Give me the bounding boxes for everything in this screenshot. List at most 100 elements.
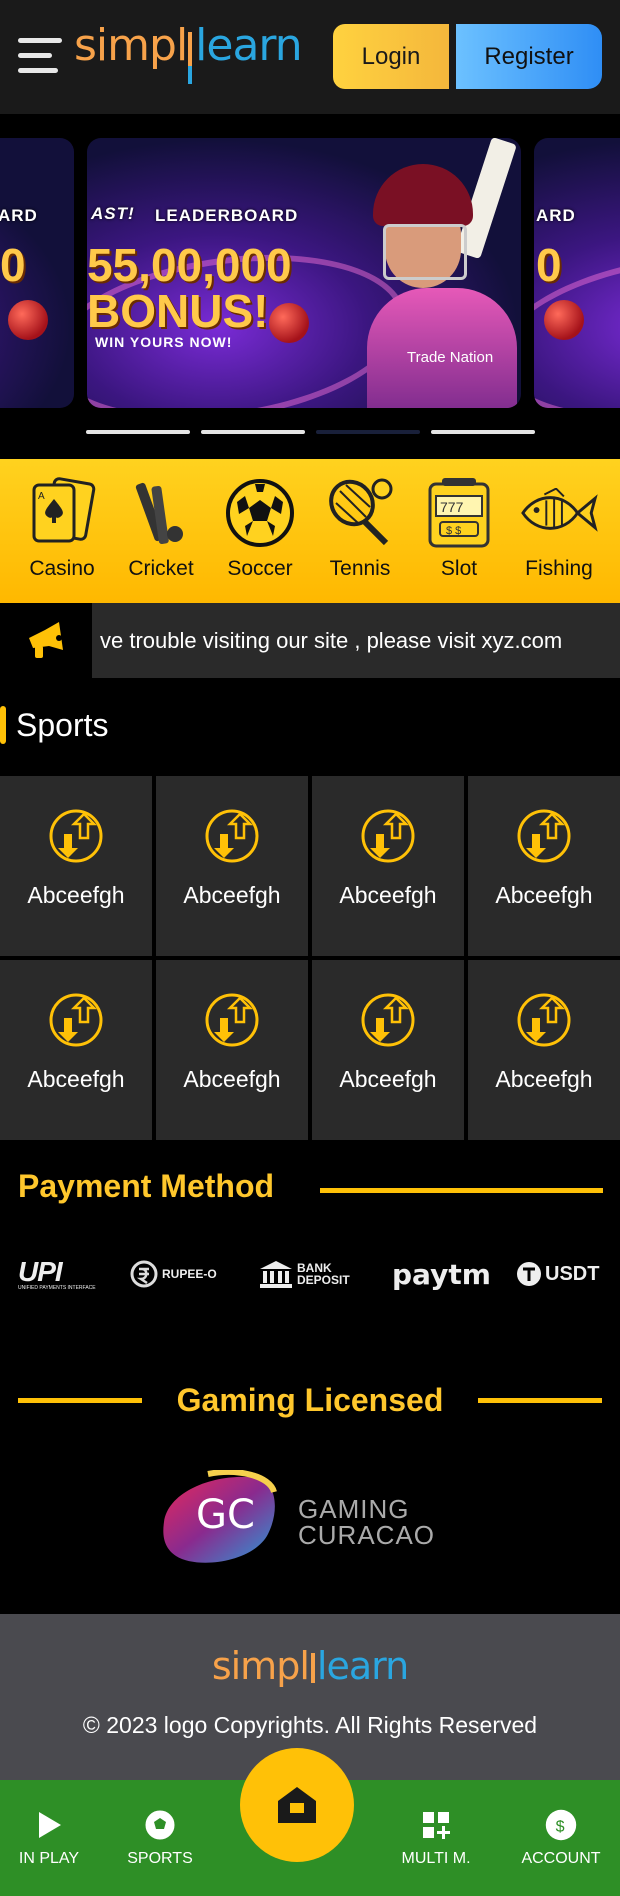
copyright-text: © 2023 logo Copyrights. All Rights Reser…: [82, 1712, 538, 1738]
multi-grid-icon: [419, 1808, 453, 1842]
sports-section-title: Sports: [0, 704, 108, 746]
register-button[interactable]: Register: [456, 24, 602, 89]
sports-heading: Sports: [16, 706, 109, 743]
announcement-text: ve trouble visiting our site , please vi…: [100, 627, 563, 653]
gaming-curacao-logo[interactable]: GC GAMING CURACAO: [158, 1469, 466, 1570]
menu-icon[interactable]: [18, 38, 62, 74]
sport-tile[interactable]: Abceefgh: [312, 776, 464, 956]
nav-sports[interactable]: SPORTS: [124, 1780, 196, 1896]
gc-line1: GAMING: [298, 1494, 410, 1524]
cards-icon: A: [22, 473, 102, 553]
footer-logo[interactable]: simpl learn: [0, 1644, 620, 1688]
sport-tile-label: Abceefgh: [27, 1066, 125, 1092]
usdt-text: USDT: [545, 1262, 600, 1285]
carousel-dot[interactable]: [431, 430, 535, 434]
sport-tile-label: Abceefgh: [183, 1066, 281, 1092]
carousel-dot-active[interactable]: [316, 430, 420, 434]
sport-arrows-icon: [361, 809, 415, 863]
carousel-indicators: [0, 430, 620, 436]
upi-subtext: UNIFIED PAYMENTS INTERFACE: [18, 1284, 96, 1291]
sport-tile[interactable]: Abceefgh: [468, 960, 620, 1140]
category-label: Fishing: [525, 557, 593, 580]
sport-arrows-icon: [49, 809, 103, 863]
banner-prev-title: ARD: [0, 206, 38, 225]
play-icon: [32, 1808, 66, 1842]
category-slot[interactable]: 777 $ $ Slot: [409, 473, 509, 593]
category-soccer[interactable]: Soccer: [210, 473, 310, 593]
promo-carousel[interactable]: ARD 0 AST! LEADERBOARD 55,00,000 BONUS! …: [0, 138, 620, 408]
gc-line2: CURACAO: [298, 1520, 436, 1550]
category-cricket[interactable]: Cricket: [111, 473, 211, 593]
sport-tile[interactable]: Abceefgh: [0, 960, 152, 1140]
cricket-icon: [121, 473, 201, 553]
nav-in-play[interactable]: IN PLAY: [14, 1780, 84, 1896]
rupeeo-text: RUPEE-O: [162, 1267, 217, 1281]
megaphone-icon: [0, 603, 92, 678]
nav-multi-markets[interactable]: MULTI M.: [396, 1780, 476, 1896]
sport-tile-label: Abceefgh: [339, 882, 437, 908]
sport-arrows-icon: [205, 809, 259, 863]
banner-prev-amount: 0: [0, 239, 26, 291]
nav-label: MULTI M.: [401, 1850, 471, 1867]
category-label: Slot: [440, 557, 478, 580]
footer-logo-left: simpl: [211, 1644, 310, 1688]
sport-tile[interactable]: Abceefgh: [0, 776, 152, 956]
svg-text:$: $: [556, 1817, 565, 1835]
category-label: Cricket: [128, 557, 194, 580]
license-divider-right: [478, 1398, 602, 1403]
sport-tile[interactable]: Abceefgh: [156, 776, 308, 956]
banner-win-text: WIN YOURS NOW!: [95, 334, 233, 350]
logo-right-text: learn: [195, 20, 302, 71]
home-icon: [278, 1787, 316, 1823]
sport-arrows-icon: [517, 993, 571, 1047]
banner-amount: 55,00,000: [87, 239, 292, 291]
sport-arrows-icon: [205, 993, 259, 1047]
tennis-icon: [320, 473, 400, 553]
svg-text:777: 777: [440, 499, 464, 515]
banner-leaderboard-text: LEADERBOARD: [155, 206, 299, 225]
sport-tile-label: Abceefgh: [183, 882, 281, 908]
account-coin-icon: $: [544, 1808, 578, 1842]
fish-icon: [519, 473, 599, 553]
carousel-dot[interactable]: [86, 430, 190, 434]
nav-label: SPORTS: [127, 1850, 193, 1867]
svg-text:$ $: $ $: [446, 525, 461, 537]
upi-text: UPI: [18, 1255, 63, 1287]
home-button[interactable]: [240, 1748, 354, 1862]
soccer-ball-icon: [220, 473, 300, 553]
category-fishing[interactable]: Fishing: [509, 473, 609, 593]
category-tennis[interactable]: Tennis: [310, 473, 410, 593]
sport-arrows-icon: [49, 993, 103, 1047]
sport-tile[interactable]: Abceefgh: [468, 776, 620, 956]
banner-slide-next[interactable]: ARD 0: [534, 138, 620, 408]
sport-arrows-icon: [517, 809, 571, 863]
top-header: simpl learn Login Register: [0, 0, 620, 114]
carousel-dot[interactable]: [201, 430, 305, 434]
banner-bonus: BONUS!: [87, 285, 269, 337]
sport-tile[interactable]: Abceefgh: [312, 960, 464, 1140]
banner-slide-prev[interactable]: ARD 0: [0, 138, 74, 408]
bank-deposit-logo: BANK DEPOSIT: [258, 1254, 357, 1294]
sport-tile-label: Abceefgh: [495, 1066, 593, 1092]
cricket-player-image: Trade Nation: [347, 138, 521, 408]
category-bar: A Casino Cricket Soccer Tennis 777 $ $ Sl…: [0, 459, 620, 603]
banner-slide-active[interactable]: AST! LEADERBOARD 55,00,000 BONUS! WIN YO…: [87, 138, 521, 408]
banner-brand-tag: AST!: [91, 204, 135, 223]
nav-label: ACCOUNT: [521, 1850, 601, 1867]
banner-next-amount: 0: [536, 239, 562, 291]
gc-mark: GC: [196, 1492, 255, 1538]
category-label: Casino: [29, 557, 95, 580]
sport-tile-label: Abceefgh: [339, 1066, 437, 1092]
nav-account[interactable]: $ ACCOUNT: [516, 1780, 606, 1896]
payment-title: Payment Method: [18, 1168, 275, 1204]
site-logo[interactable]: simpl learn: [74, 24, 303, 84]
upi-logo: UPI UNIFIED PAYMENTS INTERFACE: [18, 1254, 96, 1294]
login-button[interactable]: Login: [333, 24, 449, 89]
sport-tile[interactable]: Abceefgh: [156, 960, 308, 1140]
payment-divider: [320, 1188, 603, 1193]
football-icon: [143, 1808, 177, 1842]
category-casino[interactable]: A Casino: [12, 473, 112, 593]
svg-text:A: A: [38, 491, 45, 502]
slot-machine-icon: 777 $ $: [419, 473, 499, 553]
category-label: Soccer: [227, 557, 293, 580]
